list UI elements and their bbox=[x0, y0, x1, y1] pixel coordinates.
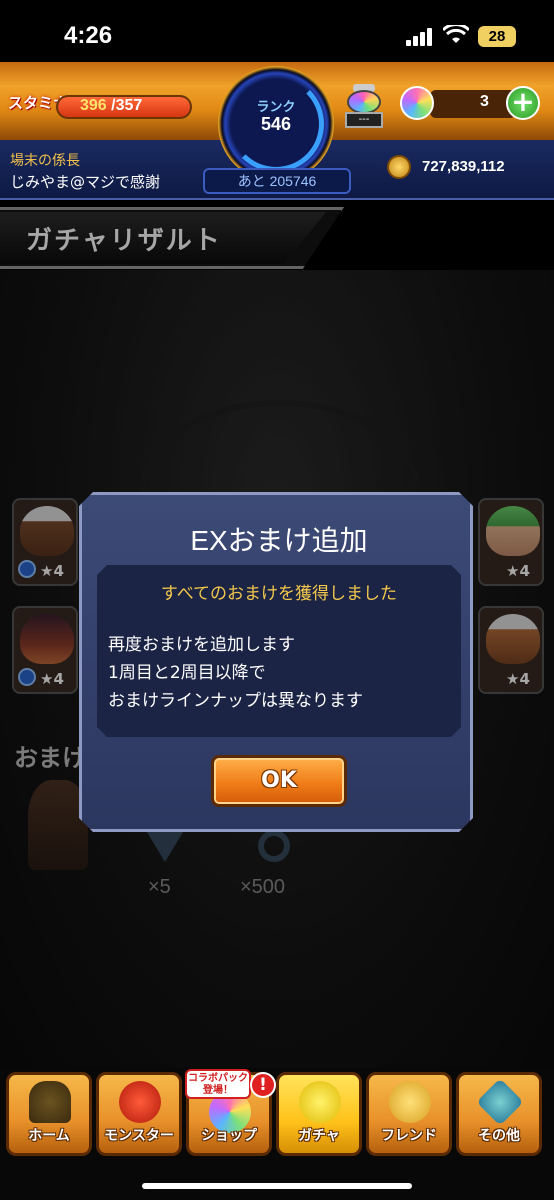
stamina-value: 396 /357 bbox=[80, 97, 142, 115]
alert-badge: ! bbox=[250, 1072, 276, 1098]
nav-label: その他 bbox=[478, 1128, 520, 1144]
home-icon bbox=[29, 1081, 71, 1123]
clock: 4:26 bbox=[64, 22, 113, 49]
potion-value: --- bbox=[345, 112, 383, 128]
orb-counter bbox=[430, 90, 516, 118]
friend-icon bbox=[389, 1081, 431, 1123]
potion-icon[interactable]: --- bbox=[345, 84, 383, 130]
dialog-subtitle: すべてのおまけを獲得しました bbox=[160, 584, 398, 604]
nav-label: ガチャ bbox=[298, 1128, 340, 1144]
collab-pack-badge: コラボパック登場！ bbox=[185, 1069, 251, 1099]
nav-label: ホーム bbox=[28, 1128, 70, 1144]
cellular-signal-icon bbox=[406, 28, 434, 46]
nav-label: ショップ bbox=[201, 1128, 257, 1144]
nav-label: フレンド bbox=[381, 1128, 437, 1144]
nav-label: モンスター bbox=[104, 1128, 174, 1144]
rank-next-exp: あと 205746 bbox=[203, 168, 351, 194]
dialog-body-line: 1周目と2周目以降で bbox=[108, 663, 266, 683]
ok-button[interactable]: OK bbox=[211, 755, 347, 807]
wifi-icon bbox=[443, 25, 469, 43]
nav-friend[interactable]: フレンド bbox=[366, 1072, 452, 1156]
nav-other[interactable]: その他 bbox=[456, 1072, 542, 1156]
monster-icon bbox=[119, 1081, 161, 1123]
battery-indicator: 28 bbox=[478, 26, 516, 47]
status-bar: 4:26 28 bbox=[0, 0, 554, 70]
nav-gacha[interactable]: ガチャ bbox=[276, 1072, 362, 1156]
home-indicator[interactable] bbox=[142, 1183, 412, 1189]
gold-amount: 727,839,112 bbox=[422, 158, 505, 175]
rank-label: ランク bbox=[256, 100, 296, 115]
nav-monster[interactable]: モンスター bbox=[96, 1072, 182, 1156]
dialog-body-line: 再度おまけを追加します bbox=[108, 635, 295, 655]
buy-orb-button[interactable]: + bbox=[506, 86, 540, 120]
gacha-icon bbox=[299, 1081, 341, 1123]
gold-coin-icon bbox=[387, 155, 411, 179]
rank-value: 546 bbox=[260, 114, 292, 134]
stamina-max: /357 bbox=[111, 97, 143, 114]
ex-bonus-dialog: EXおまけ追加 すべてのおまけを獲得しました 再度おまけを追加します 1周目と2… bbox=[79, 492, 473, 832]
dialog-message-panel: すべてのおまけを獲得しました 再度おまけを追加します 1周目と2周目以降で おま… bbox=[97, 565, 461, 737]
nav-home[interactable]: ホーム bbox=[6, 1072, 92, 1156]
dialog-body: 再度おまけを追加します 1周目と2周目以降で おまけラインナップは異なります bbox=[108, 631, 448, 715]
other-icon bbox=[476, 1078, 524, 1126]
dialog-title: EXおまけ追加 bbox=[190, 525, 368, 556]
player-title: 場末の係長 bbox=[10, 153, 80, 169]
orb-icon bbox=[400, 86, 434, 120]
stamina-current: 396 bbox=[80, 97, 107, 114]
dialog-body-line: おまけラインナップは異なります bbox=[108, 691, 363, 711]
player-name: じみやま@マジで感謝 bbox=[10, 173, 161, 191]
rank-gauge[interactable]: ランク 546 bbox=[218, 66, 334, 182]
orb-count: 3 bbox=[480, 93, 489, 110]
potion-body bbox=[347, 90, 381, 114]
